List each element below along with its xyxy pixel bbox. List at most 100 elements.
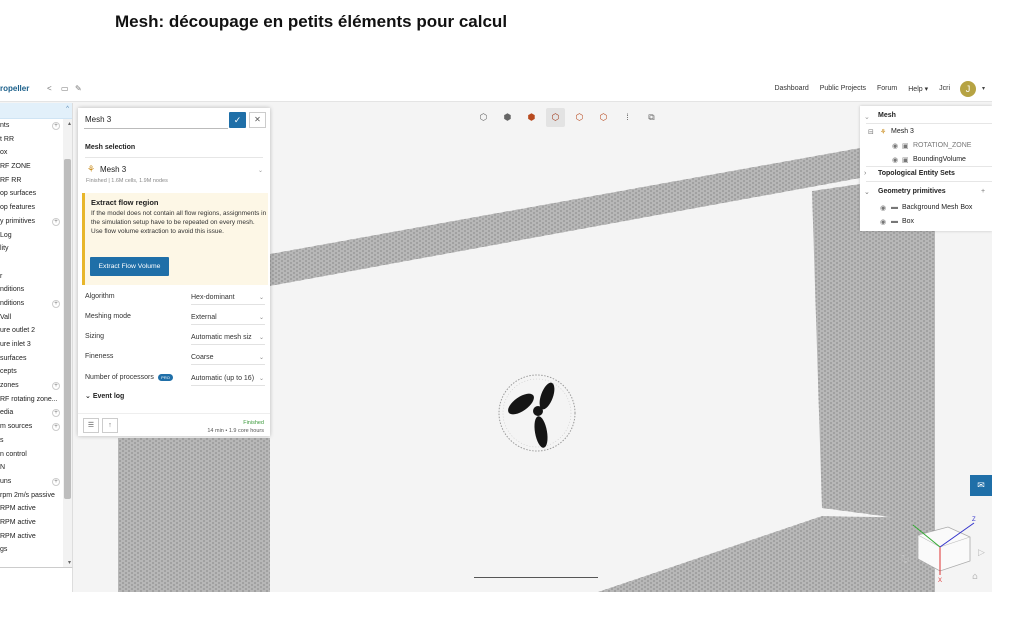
- nav-public-projects[interactable]: Public Projects: [820, 85, 866, 93]
- scene-geo-background-mesh-box[interactable]: Background Mesh Box: [902, 204, 972, 211]
- tree-item[interactable]: m sources +: [0, 420, 72, 434]
- tree-item[interactable]: op surfaces: [0, 187, 72, 201]
- cube-solid-icon[interactable]: ⬢: [498, 108, 517, 127]
- tree-item[interactable]: edia +: [0, 406, 72, 420]
- tree-item[interactable]: nts +: [0, 119, 72, 133]
- tree-item[interactable]: RPM active: [0, 530, 72, 544]
- tree-item[interactable]: t RR: [0, 133, 72, 147]
- home-icon[interactable]: ⌂: [972, 572, 978, 582]
- cube-wireframe-icon[interactable]: ⬡: [546, 108, 565, 127]
- nav-dashboard[interactable]: Dashboard: [774, 85, 808, 93]
- chat-icon[interactable]: ✉: [970, 475, 992, 496]
- add-icon[interactable]: +: [52, 382, 60, 391]
- nav-help[interactable]: Help ▾: [908, 85, 928, 93]
- scene-mesh-header[interactable]: Mesh: [878, 112, 896, 119]
- cube-outline-icon[interactable]: ⬡: [474, 108, 493, 127]
- edit-icon[interactable]: ✎: [75, 84, 82, 93]
- tree-scrollbar[interactable]: [63, 119, 72, 567]
- tree-item[interactable]: RPM active: [0, 516, 72, 530]
- add-icon[interactable]: +: [52, 423, 60, 432]
- chevron-down-icon[interactable]: ⌄: [864, 113, 870, 121]
- tree-item[interactable]: gs: [0, 543, 72, 557]
- eye-icon[interactable]: ◉: [892, 142, 898, 150]
- scene-child-rotation-zone[interactable]: ROTATION_ZONE: [913, 142, 971, 149]
- tree-item[interactable]: n control: [0, 448, 72, 462]
- arrow-right-icon[interactable]: ▷: [978, 548, 985, 558]
- tree-item[interactable]: RPM active: [0, 502, 72, 516]
- scene-geo-box[interactable]: Box: [902, 218, 914, 225]
- upload-icon[interactable]: ↑: [102, 418, 118, 433]
- mesh-name-input[interactable]: Mesh 3: [84, 113, 228, 129]
- tree-item[interactable]: nditions: [0, 283, 72, 297]
- confirm-button[interactable]: ✓: [229, 112, 246, 128]
- dots-icon[interactable]: ⁞: [618, 108, 637, 127]
- view-cube[interactable]: X Z ↻ ▷ ⌂: [898, 515, 992, 592]
- scene-topo-header[interactable]: Topological Entity Sets: [878, 170, 955, 177]
- chevron-down-icon[interactable]: ▾: [982, 85, 985, 92]
- tree-item[interactable]: surfaces: [0, 352, 72, 366]
- add-icon[interactable]: +: [52, 122, 60, 130]
- chevron-up-icon[interactable]: ^: [66, 106, 69, 112]
- scroll-up-icon[interactable]: ▴: [68, 120, 71, 127]
- tree-item[interactable]: r: [0, 270, 72, 284]
- add-icon[interactable]: +: [52, 477, 60, 486]
- fineness-select[interactable]: Coarse ⌄: [191, 352, 265, 365]
- cube-red-icon[interactable]: ⬢: [522, 108, 541, 127]
- add-icon[interactable]: +: [52, 299, 60, 308]
- bookmark-icon[interactable]: ▭: [61, 84, 69, 93]
- tree-item[interactable]: [0, 256, 72, 270]
- project-name[interactable]: ropeller: [0, 84, 29, 93]
- layers-icon[interactable]: ⧉: [642, 108, 661, 127]
- event-log-toggle[interactable]: ⌄ Event log: [85, 392, 124, 400]
- add-icon[interactable]: +: [981, 188, 985, 195]
- scene-mesh-item[interactable]: Mesh 3: [891, 128, 914, 135]
- cube-edges-icon[interactable]: ⬡: [570, 108, 589, 127]
- eye-icon[interactable]: ◉: [892, 156, 898, 164]
- scene-geo-header[interactable]: Geometry primitives: [878, 188, 946, 195]
- meshing-mode-select[interactable]: External ⌄: [191, 312, 265, 325]
- share-icon[interactable]: <: [47, 84, 52, 93]
- tree-item[interactable]: ox: [0, 146, 72, 160]
- avatar[interactable]: J: [960, 81, 976, 97]
- tree-header[interactable]: ^: [0, 103, 72, 119]
- tree-item[interactable]: ure inlet 3: [0, 338, 72, 352]
- tree-item[interactable]: rpm 2m/s passive: [0, 489, 72, 503]
- tree-item[interactable]: RF rotating zone...: [0, 393, 72, 407]
- tree-item[interactable]: y primitives +: [0, 215, 72, 229]
- tree-item[interactable]: s: [0, 434, 72, 448]
- tree-item[interactable]: zones +: [0, 379, 72, 393]
- chevron-down-icon[interactable]: ⌄: [258, 167, 263, 174]
- rotate-icon[interactable]: ↻: [900, 552, 910, 566]
- algorithm-select[interactable]: Hex-dominant ⌄: [191, 292, 265, 305]
- eye-icon[interactable]: ◉: [880, 218, 886, 226]
- tree-item[interactable]: uns +: [0, 475, 72, 489]
- eye-icon[interactable]: ◉: [880, 204, 886, 212]
- tree-item[interactable]: RF RR: [0, 174, 72, 188]
- tree-item[interactable]: nditions +: [0, 297, 72, 311]
- scroll-thumb[interactable]: [64, 159, 71, 499]
- tree-item[interactable]: op features: [0, 201, 72, 215]
- scene-child-bounding-volume[interactable]: BoundingVolume: [913, 156, 966, 163]
- tree-item[interactable]: N: [0, 461, 72, 475]
- nav-username[interactable]: Jcri: [939, 85, 950, 93]
- tree-item[interactable]: Log: [0, 229, 72, 243]
- tree-item[interactable]: RF ZONE: [0, 160, 72, 174]
- add-icon[interactable]: +: [52, 217, 60, 226]
- nav-forum[interactable]: Forum: [877, 85, 897, 93]
- tree-item[interactable]: Vall: [0, 311, 72, 325]
- tree-item[interactable]: ure outlet 2: [0, 324, 72, 338]
- sizing-select[interactable]: Automatic mesh siz ⌄: [191, 332, 265, 345]
- collapse-icon[interactable]: ⊟: [868, 128, 874, 136]
- extract-flow-volume-button[interactable]: Extract Flow Volume: [90, 257, 169, 276]
- close-icon[interactable]: ✕: [249, 112, 266, 128]
- tree-item[interactable]: cepts: [0, 365, 72, 379]
- list-icon[interactable]: ☰: [83, 418, 99, 433]
- processors-select[interactable]: Automatic (up to 16) ⌄: [191, 373, 265, 386]
- add-icon[interactable]: +: [52, 409, 60, 418]
- cube-surface-icon[interactable]: ⬡: [594, 108, 613, 127]
- scroll-down-icon[interactable]: ▾: [68, 559, 71, 566]
- mesh-selection-name[interactable]: Mesh 3: [100, 165, 126, 174]
- chevron-down-icon[interactable]: ⌄: [864, 188, 870, 196]
- chevron-right-icon[interactable]: ›: [864, 170, 866, 177]
- tree-item[interactable]: lity: [0, 242, 72, 256]
